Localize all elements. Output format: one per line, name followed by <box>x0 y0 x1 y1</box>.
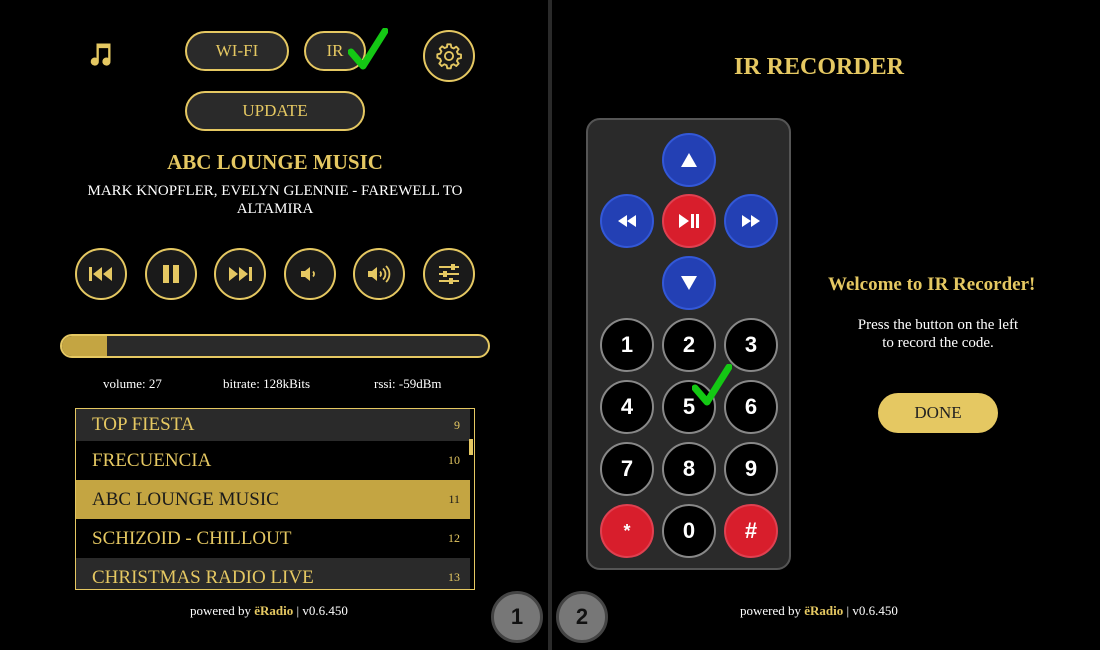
playlist-item[interactable]: FRECUENCIA 10 <box>76 441 470 480</box>
playlist-item[interactable]: TOP FIESTA 9 <box>76 409 470 441</box>
remote-key-0[interactable]: 0 <box>662 504 716 558</box>
footer-credit: powered by ёRadio | v0.6.450 <box>190 603 348 619</box>
playlist: TOP FIESTA 9 FRECUENCIA 10 ABC LOUNGE MU… <box>75 408 475 590</box>
playlist-item-name: TOP FIESTA <box>92 414 195 435</box>
instruction-line-2: to record the code. <box>882 335 994 351</box>
pause-icon <box>163 265 179 283</box>
volume-down-icon <box>301 267 315 281</box>
volume-slider-fill <box>62 336 107 356</box>
update-button[interactable]: UPDATE <box>185 91 365 131</box>
playlist-item-name: CHRISTMAS RADIO LIVE <box>92 566 314 588</box>
prev-icon <box>89 267 112 281</box>
fast-forward-icon <box>742 215 760 227</box>
playlist-item[interactable]: SCHIZOID - CHILLOUT 12 <box>76 519 470 558</box>
remote-key-6[interactable]: 6 <box>724 380 778 434</box>
playlist-item-name: ABC LOUNGE MUSIC <box>92 488 279 510</box>
page-2-button[interactable]: 2 <box>556 591 608 643</box>
playlist-item-number: 11 <box>448 492 460 506</box>
instruction-text: Press the button on the left to record t… <box>828 316 1048 352</box>
volume-stat: volume: 27 <box>103 376 162 391</box>
instruction-line-1: Press the button on the left <box>857 317 1019 333</box>
playlist-item-number: 12 <box>448 531 460 545</box>
remote-up-button[interactable] <box>662 133 716 187</box>
ir-remote: 1 2 3 4 5 6 7 8 9 * 0 # <box>586 118 791 570</box>
wifi-button[interactable]: WI-FI <box>185 31 289 71</box>
ir-recorder-panel: IR RECORDER 1 2 3 4 5 6 7 8 9 * 0 # Welc… <box>552 0 1100 650</box>
playlist-scrollbar[interactable] <box>469 439 473 455</box>
volume-slider[interactable] <box>60 334 490 358</box>
remote-key-7[interactable]: 7 <box>600 442 654 496</box>
gear-icon <box>436 43 462 70</box>
footer-prefix: powered by <box>190 603 255 618</box>
footer-brand: ёRadio <box>804 603 844 618</box>
footer-version: | v0.6.450 <box>293 603 348 618</box>
equalizer-icon <box>439 264 459 284</box>
playlist-item-name: FRECUENCIA <box>92 449 212 471</box>
remote-key-9[interactable]: 9 <box>724 442 778 496</box>
playlist-item-number: 9 <box>454 417 460 432</box>
equalizer-button[interactable] <box>423 248 475 300</box>
check-icon <box>692 364 732 406</box>
track-title: MARK KNOPFLER, EVELYN GLENNIE - FAREWELL… <box>87 183 463 217</box>
pause-button[interactable] <box>145 248 197 300</box>
station-title: ABC LOUNGE MUSIC <box>167 150 383 174</box>
remote-play-pause-button[interactable] <box>662 194 716 248</box>
remote-rewind-button[interactable] <box>600 194 654 248</box>
rewind-icon <box>618 215 636 227</box>
footer-brand: ёRadio <box>254 603 294 618</box>
footer-prefix: powered by <box>740 603 805 618</box>
settings-button[interactable] <box>423 30 475 82</box>
playlist-item[interactable]: CHRISTMAS RADIO LIVE 13 <box>76 558 470 589</box>
remote-key-3[interactable]: 3 <box>724 318 778 372</box>
playlist-item-active[interactable]: ABC LOUNGE MUSIC 11 <box>76 480 470 519</box>
rssi-stat: rssi: -59dBm <box>374 376 442 391</box>
playlist-item-number: 13 <box>448 570 460 584</box>
check-icon <box>348 28 388 70</box>
footer-version: | v0.6.450 <box>843 603 898 618</box>
done-button[interactable]: DONE <box>878 393 998 433</box>
prev-button[interactable] <box>75 248 127 300</box>
playlist-item-number: 10 <box>448 453 460 467</box>
remote-key-hash[interactable]: # <box>724 504 778 558</box>
next-button[interactable] <box>214 248 266 300</box>
remote-key-4[interactable]: 4 <box>600 380 654 434</box>
ir-title: IR RECORDER <box>734 54 905 80</box>
next-icon <box>229 267 252 281</box>
welcome-heading: Welcome to IR Recorder! <box>828 274 1036 295</box>
page-1-button[interactable]: 1 <box>491 591 543 643</box>
arrow-down-icon <box>681 276 697 290</box>
remote-key-1[interactable]: 1 <box>600 318 654 372</box>
bitrate-stat: bitrate: 128kBits <box>223 376 311 391</box>
volume-up-icon <box>368 265 391 283</box>
remote-fast-forward-button[interactable] <box>724 194 778 248</box>
arrow-up-icon <box>681 153 697 167</box>
remote-down-button[interactable] <box>662 256 716 310</box>
remote-key-8[interactable]: 8 <box>662 442 716 496</box>
volume-up-button[interactable] <box>353 248 405 300</box>
remote-key-star[interactable]: * <box>600 504 654 558</box>
footer-credit: powered by ёRadio | v0.6.450 <box>740 603 898 619</box>
music-note-icon <box>86 40 114 76</box>
volume-down-button[interactable] <box>284 248 336 300</box>
play-pause-icon <box>679 214 699 228</box>
playlist-item-name: SCHIZOID - CHILLOUT <box>92 527 292 549</box>
player-panel: WI-FI IR UPDATE ABC LOUNGE MUSIC MARK KN… <box>0 0 548 650</box>
